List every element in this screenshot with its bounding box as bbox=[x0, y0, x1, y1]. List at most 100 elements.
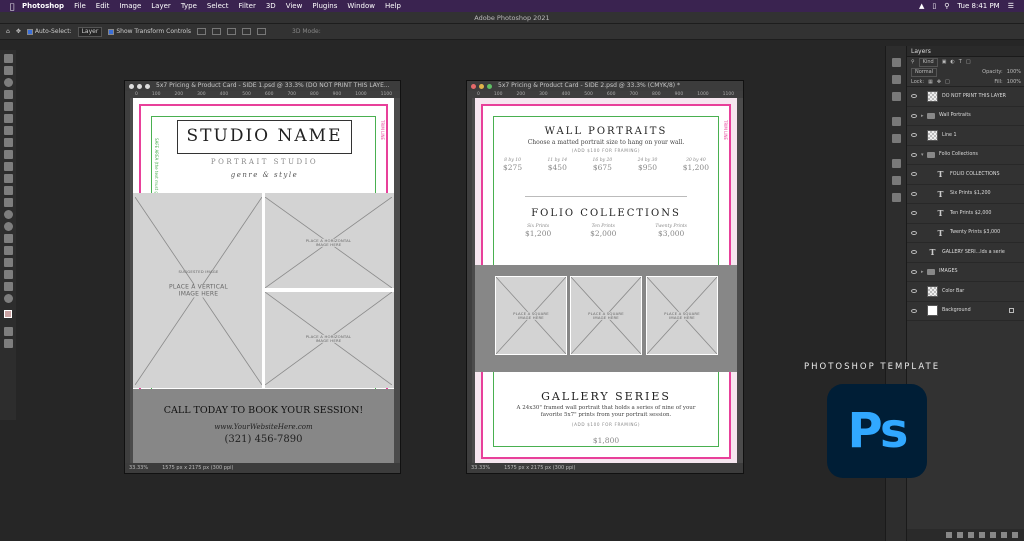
healing-brush-icon[interactable] bbox=[3, 138, 13, 147]
layer-row[interactable]: T Twenty Prints $3,000 bbox=[907, 224, 1024, 243]
minimize-icon[interactable] bbox=[137, 83, 142, 89]
layer-row[interactable]: DO NOT PRINT THIS LAYER bbox=[907, 87, 1024, 107]
layers-tab[interactable]: Layers bbox=[907, 46, 1024, 57]
visibility-eye-icon[interactable] bbox=[911, 250, 917, 255]
layer-row[interactable]: T Ten Prints $2,000 bbox=[907, 204, 1024, 224]
visibility-eye-icon[interactable] bbox=[911, 133, 917, 138]
visibility-eye-icon[interactable] bbox=[911, 308, 917, 313]
frame-tool-icon[interactable] bbox=[3, 114, 13, 123]
canvas-side-2[interactable]: TRIM LINE WALL PORTRAITS Choose a matted… bbox=[475, 98, 737, 465]
layer-row[interactable]: T FOLIO COLLECTIONS bbox=[907, 165, 1024, 185]
type-tool-icon[interactable] bbox=[3, 246, 13, 255]
visibility-eye-icon[interactable] bbox=[911, 94, 917, 99]
history-brush-icon[interactable] bbox=[3, 174, 13, 183]
visibility-eye-icon[interactable] bbox=[911, 289, 917, 294]
history-icon[interactable] bbox=[892, 92, 901, 101]
apple-icon[interactable]:  bbox=[6, 2, 18, 11]
square-image-placeholder-2[interactable]: PLACE A SQUARE IMAGE HERE bbox=[570, 276, 642, 355]
actions-icon[interactable] bbox=[892, 75, 901, 84]
new-layer-icon[interactable] bbox=[1001, 532, 1007, 538]
visibility-eye-icon[interactable] bbox=[911, 152, 917, 157]
menu-image[interactable]: Image bbox=[119, 2, 141, 10]
fx-icon[interactable] bbox=[957, 532, 963, 538]
visibility-eye-icon[interactable] bbox=[911, 211, 917, 216]
vertical-image-placeholder[interactable]: SUGGESTED IMAGE PLACE A VERTICAL IMAGE H… bbox=[135, 197, 262, 385]
lasso-tool-icon[interactable] bbox=[3, 78, 13, 87]
vertical-ruler[interactable] bbox=[467, 98, 472, 465]
visibility-eye-icon[interactable] bbox=[911, 172, 917, 177]
layer-row[interactable]: T Six Prints $1,200 bbox=[907, 185, 1024, 204]
stamp-tool-icon[interactable] bbox=[3, 162, 13, 171]
visibility-eye-icon[interactable] bbox=[911, 269, 917, 274]
horizontal-ruler[interactable]: 0100200300400500600700800900100011001200… bbox=[125, 91, 400, 98]
blur-tool-icon[interactable] bbox=[3, 210, 13, 219]
menu-file[interactable]: File bbox=[74, 2, 86, 10]
quick-select-icon[interactable] bbox=[3, 90, 13, 99]
shape-tool-icon[interactable] bbox=[3, 270, 13, 279]
document-tab-side-1[interactable]: 5x7 Pricing & Product Card - SIDE 1.psd … bbox=[125, 81, 400, 91]
clock[interactable]: Tue 8:41 PM bbox=[957, 2, 999, 10]
document-window-side-2[interactable]: 5x7 Pricing & Product Card - SIDE 2.psd … bbox=[466, 80, 744, 474]
zoom-level[interactable]: 33.33% bbox=[129, 463, 148, 473]
trash-icon[interactable] bbox=[1012, 532, 1018, 538]
close-icon[interactable] bbox=[471, 83, 476, 89]
maximize-icon[interactable] bbox=[487, 83, 492, 89]
filter-text-icon[interactable]: T bbox=[959, 57, 962, 67]
link-icon[interactable] bbox=[946, 532, 952, 538]
auto-select-dropdown[interactable]: Layer bbox=[77, 26, 103, 37]
menu-3d[interactable]: 3D bbox=[266, 2, 276, 10]
layer-row[interactable]: ▾ Folio Collections bbox=[907, 146, 1024, 165]
layer-row[interactable]: Color Bar bbox=[907, 282, 1024, 302]
properties-icon[interactable] bbox=[892, 134, 901, 143]
minimize-icon[interactable] bbox=[479, 83, 484, 89]
adjustment-layer-icon[interactable] bbox=[979, 532, 985, 538]
layer-row[interactable]: Background bbox=[907, 302, 1024, 321]
foreground-color-swatch[interactable] bbox=[4, 310, 12, 318]
brush-tool-icon[interactable] bbox=[3, 150, 13, 159]
new-group-icon[interactable] bbox=[990, 532, 996, 538]
menu-filter[interactable]: Filter bbox=[239, 2, 256, 10]
document-size[interactable]: 1575 px x 2175 px (300 ppi) bbox=[162, 463, 233, 473]
move-tool-icon[interactable]: ✥ bbox=[16, 28, 21, 35]
horizontal-ruler[interactable]: 0100200300400500600700800900100011001200… bbox=[467, 91, 743, 98]
align-left-icon[interactable] bbox=[197, 28, 206, 35]
lock-move-icon[interactable]: ✥ bbox=[937, 77, 941, 87]
layer-row[interactable]: Line 1 bbox=[907, 126, 1024, 146]
mask-icon[interactable] bbox=[968, 532, 974, 538]
opacity-value[interactable]: 100% bbox=[1007, 67, 1024, 77]
maximize-icon[interactable] bbox=[145, 83, 150, 89]
horizontal-image-placeholder-2[interactable]: PLACE A HORIZONTAL IMAGE HERE bbox=[265, 292, 392, 385]
vertical-ruler[interactable] bbox=[125, 98, 130, 465]
menu-window[interactable]: Window bbox=[347, 2, 375, 10]
document-window-side-1[interactable]: 5x7 Pricing & Product Card - SIDE 1.psd … bbox=[124, 80, 401, 474]
visibility-eye-icon[interactable] bbox=[911, 230, 917, 235]
menu-select[interactable]: Select bbox=[207, 2, 229, 10]
path-select-icon[interactable] bbox=[3, 258, 13, 267]
menu-layer[interactable]: Layer bbox=[151, 2, 171, 10]
document-tab-side-2[interactable]: 5x7 Pricing & Product Card - SIDE 2.psd … bbox=[467, 81, 743, 91]
battery-icon[interactable]: ▯ bbox=[932, 2, 936, 10]
paragraph-icon[interactable] bbox=[892, 176, 901, 185]
home-icon[interactable]: ⌂ bbox=[6, 28, 10, 35]
close-icon[interactable] bbox=[129, 83, 134, 89]
pen-tool-icon[interactable] bbox=[3, 234, 13, 243]
align-right-icon[interactable] bbox=[227, 28, 236, 35]
layer-row[interactable]: ▸ IMAGES bbox=[907, 263, 1024, 282]
hand-tool-icon[interactable] bbox=[3, 282, 13, 291]
filter-adjust-icon[interactable]: ◐ bbox=[950, 57, 954, 67]
document-size[interactable]: 1575 px x 2175 px (300 ppi) bbox=[504, 463, 575, 473]
play-icon[interactable] bbox=[892, 58, 901, 67]
character-icon[interactable] bbox=[892, 159, 901, 168]
distribute-icon[interactable] bbox=[257, 28, 266, 35]
filter-search-icon[interactable]: ⚲ bbox=[911, 57, 915, 67]
menu-app-name[interactable]: Photoshop bbox=[22, 2, 64, 10]
eyedropper-icon[interactable] bbox=[3, 126, 13, 135]
visibility-eye-icon[interactable] bbox=[911, 113, 917, 118]
menu-plugins[interactable]: Plugins bbox=[312, 2, 337, 10]
marquee-tool-icon[interactable] bbox=[3, 66, 13, 75]
menu-type[interactable]: Type bbox=[181, 2, 197, 10]
move-tool-icon[interactable] bbox=[3, 54, 13, 63]
info-icon[interactable] bbox=[892, 193, 901, 202]
screen-mode-icon[interactable] bbox=[3, 339, 13, 348]
canvas-side-1[interactable]: TRIM LINE SAFE AREA (the text must go pa… bbox=[133, 98, 394, 465]
